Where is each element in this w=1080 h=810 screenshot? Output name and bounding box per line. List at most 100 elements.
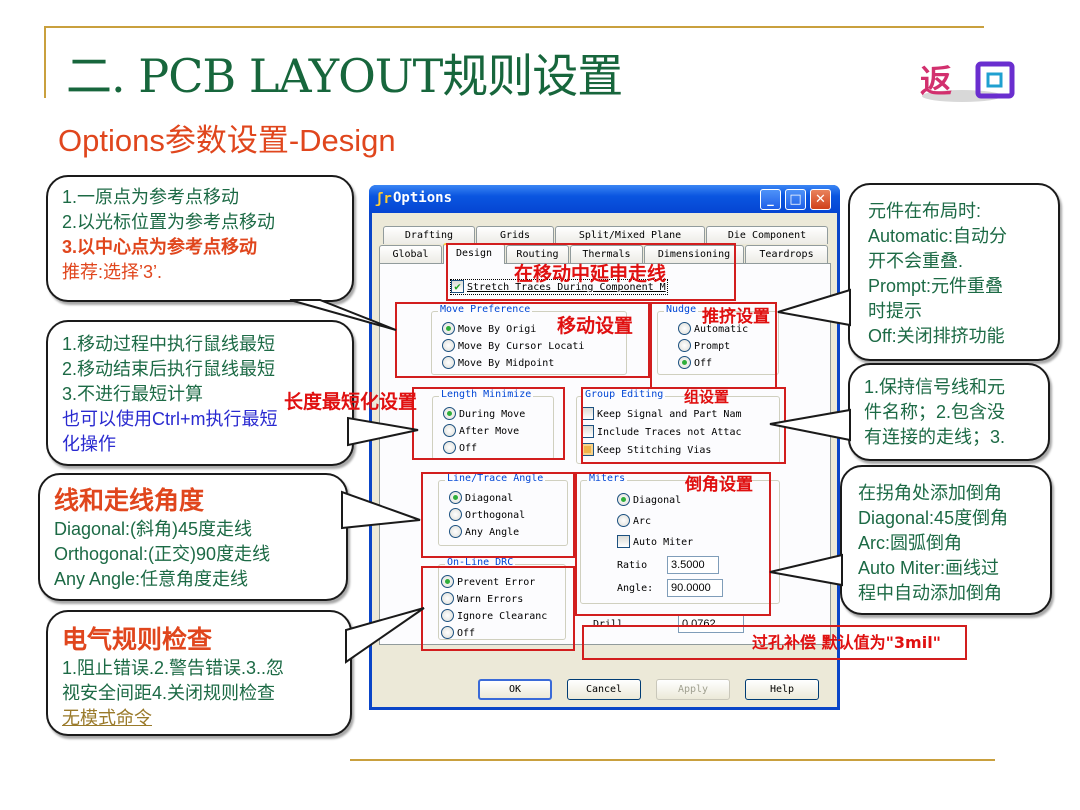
option-label: Diagonal <box>465 493 514 504</box>
option-label: Diagonal <box>633 495 682 506</box>
move-preference-label: Move Preference <box>438 304 533 315</box>
ok-button[interactable]: OK <box>478 679 552 700</box>
nudge-off-radio[interactable]: Off <box>678 355 712 372</box>
callout-line: 在拐角处添加倒角 <box>858 483 1002 503</box>
checkbox <box>581 406 594 420</box>
callout-line: 2.以光标位置为参考点移动 <box>62 212 276 232</box>
stretch-annotation: 在移动中延申走线 <box>514 263 667 285</box>
nudge-prompt-radio[interactable]: Prompt <box>678 338 730 355</box>
angle-any-radio[interactable]: Any Angle <box>449 524 520 541</box>
checkbox-checked: ✔ <box>451 279 464 293</box>
drill-label: Drill <box>593 619 624 630</box>
angle-input[interactable]: 90.0000 <box>667 579 723 597</box>
callout-line: 开不会重叠. <box>868 251 964 271</box>
modeless-commands-link[interactable]: 无模式命令 <box>62 706 336 731</box>
miter-diagonal-radio[interactable]: Diagonal <box>617 492 682 509</box>
cancel-button[interactable]: Cancel <box>567 679 641 700</box>
tab-global[interactable]: Global <box>379 245 442 263</box>
callout-line: 化操作 <box>62 434 116 454</box>
length-off-radio[interactable]: Off <box>443 440 477 457</box>
maximize-button[interactable]: □ <box>785 189 806 210</box>
callout-line: 程中自动添加倒角 <box>858 583 1002 603</box>
tab-split-mixed-plane[interactable]: Split/Mixed Plane <box>555 226 705 244</box>
apply-button[interactable]: Apply <box>656 679 730 700</box>
slide-title: 二. PCB LAYOUT规则设置 <box>66 49 623 103</box>
checkbox <box>581 424 594 438</box>
tab-drafting[interactable]: Drafting <box>383 226 475 244</box>
tab-grids[interactable]: Grids <box>476 226 554 244</box>
bottom-rule <box>350 759 995 761</box>
radio <box>617 513 630 527</box>
callout-heading: 线和走线角度 <box>54 487 205 515</box>
radio-selected <box>441 574 454 588</box>
nudge-label: Nudge <box>664 304 699 315</box>
move-by-cursor-radio[interactable]: Move By Cursor Locati <box>442 338 585 355</box>
option-label: Auto Miter <box>633 537 694 548</box>
tab-teardrops[interactable]: Teardrops <box>745 245 828 263</box>
keep-signal-checkbox[interactable]: Keep Signal and Part Nam <box>581 406 742 423</box>
group-annotation: 组设置 <box>684 388 730 406</box>
callout-move-reference: 1.一原点为参考点移动 2.以光标位置为参考点移动 3.以中心点为参考点移动 推… <box>46 175 354 302</box>
dialog-titlebar[interactable]: ʃr Options _ □ ✕ <box>369 185 840 213</box>
tab-die-component[interactable]: Die Component <box>706 226 828 244</box>
drill-input[interactable]: 0.0762 <box>678 615 744 633</box>
minimize-button[interactable]: _ <box>760 189 781 210</box>
close-button[interactable]: ✕ <box>810 189 831 210</box>
callout-group-editing: 1.保持信号线和元 件名称；2.包含没 有连接的走线；3. <box>848 363 1050 461</box>
ratio-label: Ratio <box>617 560 648 571</box>
angle-diagonal-radio[interactable]: Diagonal <box>449 490 514 507</box>
group-editing-label: Group Editing <box>583 389 666 400</box>
callout-line: 有连接的走线；3. <box>864 427 1006 447</box>
ratio-input[interactable]: 3.5000 <box>667 556 719 574</box>
tab-design[interactable]: Design <box>443 243 505 264</box>
radio <box>442 338 455 352</box>
callout-line: 元件在布局时: <box>868 201 982 221</box>
callout-line: Diagonal:45度倒角 <box>858 508 1009 528</box>
radio <box>441 591 454 605</box>
checkbox <box>617 534 630 548</box>
help-button[interactable]: Help <box>745 679 819 700</box>
angle-label: Angle: <box>617 583 654 594</box>
slide-subtitle: Options参数设置-Design <box>58 123 396 158</box>
miter-arc-radio[interactable]: Arc <box>617 513 651 530</box>
during-move-radio[interactable]: During Move <box>443 406 525 423</box>
callout-line: 视安全间距4.关闭规则检查 <box>62 683 276 703</box>
option-label: Keep Stitching Vias <box>597 445 712 456</box>
keep-stitching-vias-checkbox[interactable]: Keep Stitching Vias <box>581 442 712 459</box>
after-move-radio[interactable]: After Move <box>443 423 520 440</box>
callout-miters: 在拐角处添加倒角 Diagonal:45度倒角 Arc:圆弧倒角 Auto Mi… <box>840 465 1052 615</box>
online-drc-group: On-Line DRC Prevent Error Warn Errors Ig… <box>438 557 566 642</box>
prevent-error-radio[interactable]: Prevent Error <box>441 574 535 591</box>
option-label: Keep Signal and Part Nam <box>597 409 742 420</box>
move-by-midpoint-radio[interactable]: Move By Midpoint <box>442 355 554 372</box>
angle-orthogonal-radio[interactable]: Orthogonal <box>449 507 526 524</box>
callout-line: 3.以中心点为参考点移动 <box>62 237 258 257</box>
callout-line: Automatic:自动分 <box>868 226 1008 246</box>
close-icon: ✕ <box>815 192 826 207</box>
svg-text:返: 返 <box>920 62 952 100</box>
move-by-origin-radio[interactable]: Move By Origi <box>442 321 537 338</box>
online-drc-label: On-Line DRC <box>445 557 516 568</box>
callout-nudge: 元件在布局时: Automatic:自动分 开不会重叠. Prompt:元件重叠… <box>848 183 1060 361</box>
option-label: Off <box>457 628 476 639</box>
option-label: After Move <box>459 426 520 437</box>
radio <box>441 608 454 622</box>
radio <box>678 338 691 352</box>
drc-off-radio[interactable]: Off <box>441 625 476 642</box>
include-traces-checkbox[interactable]: Include Traces not Attac <box>581 424 742 441</box>
length-minimize-label: Length Minimize <box>439 389 534 400</box>
option-label: Move By Cursor Locati <box>458 341 585 352</box>
app-icon: ʃr <box>375 191 392 207</box>
miters-label: Miters <box>587 473 628 484</box>
option-label: Any Angle <box>465 527 520 538</box>
warn-errors-radio[interactable]: Warn Errors <box>441 591 523 608</box>
auto-miter-checkbox[interactable]: Auto Miter <box>617 534 694 551</box>
drill-annotation: 过孔补偿 默认值为"3mil" <box>752 633 942 652</box>
ignore-clearance-radio[interactable]: Ignore Clearanc <box>441 608 547 625</box>
callout-line: Arc:圆弧倒角 <box>858 533 963 553</box>
option-label: Move By Origi <box>458 324 537 335</box>
back-button[interactable]: 返 <box>912 56 1030 106</box>
radio <box>441 625 454 639</box>
radio <box>443 423 456 437</box>
option-label: Orthogonal <box>465 510 526 521</box>
